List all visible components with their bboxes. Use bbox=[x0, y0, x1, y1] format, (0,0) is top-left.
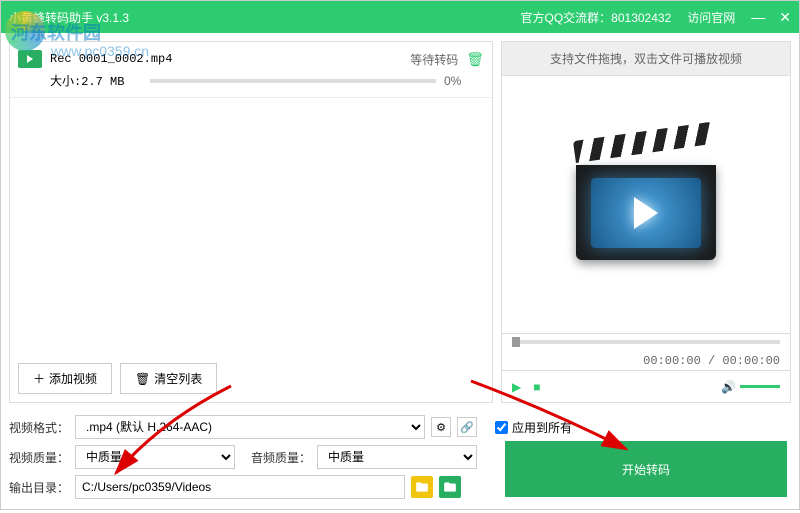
output-label: 输出目录： bbox=[9, 479, 69, 496]
play-icon[interactable]: ▶ bbox=[512, 380, 521, 394]
close-button[interactable]: ✕ bbox=[779, 9, 791, 26]
file-item[interactable]: Rec 0001_0002.mp4 等待转码 🗑 大小:2.7 MB 0% bbox=[10, 42, 492, 98]
video-preview[interactable] bbox=[502, 76, 790, 333]
audio-quality-select[interactable]: 中质量 bbox=[317, 445, 477, 469]
plus-icon: ＋ bbox=[33, 370, 45, 387]
output-path-input[interactable] bbox=[75, 475, 405, 499]
format-settings-icon[interactable]: ⚙ bbox=[431, 417, 451, 437]
add-video-button[interactable]: ＋ 添加视频 bbox=[18, 363, 112, 394]
progress-bar bbox=[150, 79, 436, 83]
volume-slider[interactable] bbox=[740, 385, 780, 388]
video-file-icon bbox=[18, 50, 42, 68]
format-link-icon[interactable]: 🔗 bbox=[457, 417, 477, 437]
preview-hint: 支持文件拖拽，双击文件可播放视频 bbox=[502, 42, 790, 76]
title-bar: 小黄蜂转码助手 v3.1.3 官方QQ交流群：801302432 访问官网 — … bbox=[1, 1, 799, 33]
file-name: Rec 0001_0002.mp4 bbox=[50, 52, 410, 66]
format-label: 视频格式： bbox=[9, 419, 69, 436]
volume-icon[interactable]: 🔊 bbox=[721, 380, 736, 394]
video-format-select[interactable]: .mp4 (默认 H.264-AAC) bbox=[75, 415, 425, 439]
clear-list-button[interactable]: 🗑 清空列表 bbox=[120, 363, 217, 394]
open-folder-icon[interactable] bbox=[439, 476, 461, 498]
playback-time: 00:00:00 / 00:00:00 bbox=[643, 354, 780, 368]
file-size: 大小:2.7 MB bbox=[50, 72, 150, 89]
seek-bar[interactable] bbox=[502, 333, 790, 353]
browse-folder-icon[interactable] bbox=[411, 476, 433, 498]
file-list-panel: Rec 0001_0002.mp4 等待转码 🗑 大小:2.7 MB 0% ＋ … bbox=[9, 41, 493, 403]
progress-percent: 0% bbox=[444, 74, 484, 88]
app-title: 小黄蜂转码助手 v3.1.3 bbox=[9, 9, 129, 26]
apply-all-checkbox[interactable] bbox=[495, 421, 508, 434]
minimize-button[interactable]: — bbox=[751, 9, 765, 26]
vquality-label: 视频质量： bbox=[9, 449, 69, 466]
start-transcode-button[interactable]: 开始转码 bbox=[505, 441, 787, 497]
qq-group-link[interactable]: 官方QQ交流群：801302432 bbox=[521, 9, 672, 26]
preview-panel: 支持文件拖拽，双击文件可播放视频 00:00:00 / 00:00:00 ▶ ■… bbox=[501, 41, 791, 403]
website-link[interactable]: 访问官网 bbox=[687, 9, 735, 26]
video-quality-select[interactable]: 中质量 bbox=[75, 445, 235, 469]
clapperboard-icon bbox=[576, 147, 716, 262]
aquality-label: 音频质量： bbox=[251, 449, 311, 466]
file-status: 等待转码 bbox=[410, 51, 458, 68]
stop-icon[interactable]: ■ bbox=[533, 380, 540, 394]
delete-file-icon[interactable]: 🗑 bbox=[466, 51, 484, 68]
trash-icon: 🗑 bbox=[135, 372, 150, 386]
apply-all-label: 应用到所有 bbox=[512, 419, 572, 436]
